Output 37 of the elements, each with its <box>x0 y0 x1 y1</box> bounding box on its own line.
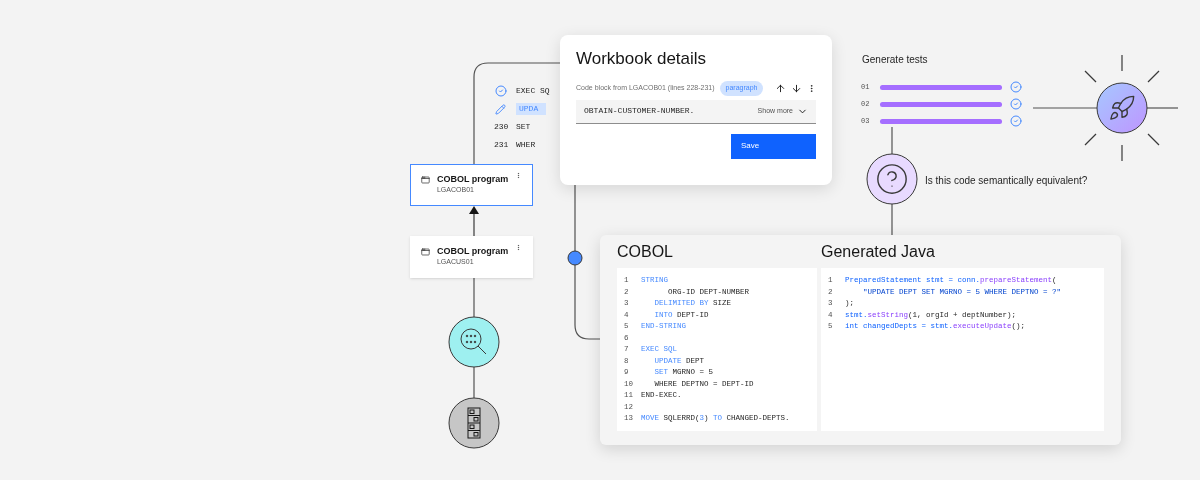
connector-line <box>473 277 475 318</box>
window-icon <box>421 174 430 186</box>
connector-line <box>1032 107 1098 109</box>
panel-title: Generated Java <box>821 242 936 262</box>
magnifier-icon <box>460 328 487 355</box>
overflow-menu-icon[interactable] <box>807 82 816 94</box>
save-button[interactable]: Save <box>731 133 816 159</box>
strip-circle <box>448 397 500 449</box>
question-text: Is this code semantically equivalent? <box>925 174 1088 188</box>
panel-title: COBOL <box>617 242 674 262</box>
arrow-down-icon[interactable] <box>791 82 802 94</box>
program-title: COBOL program <box>436 245 509 257</box>
code-line: SET <box>516 121 531 133</box>
line-number: 230 <box>494 121 509 133</box>
connector-line <box>891 203 893 236</box>
arrow-up-icon[interactable] <box>775 82 786 94</box>
code-line: WHER <box>516 139 536 151</box>
question-circle <box>866 153 918 205</box>
pencil-icon <box>495 103 506 115</box>
rocket-circle <box>1096 82 1148 134</box>
arrow <box>469 206 479 237</box>
strip-icon <box>467 407 481 439</box>
field-value: OBTAIN-CUSTOMER-NUMBER. <box>584 105 696 117</box>
window-icon <box>421 246 430 258</box>
question-icon <box>875 162 909 196</box>
check-circle-icon <box>495 85 507 97</box>
rocket-icon <box>1108 94 1136 122</box>
connector-line <box>891 126 893 155</box>
code-line: EXEC SQ <box>516 85 550 97</box>
connector-dot <box>567 250 583 266</box>
program-title: COBOL program <box>436 173 509 185</box>
line-number: 231 <box>494 139 509 151</box>
search-circle <box>448 316 500 368</box>
connector-line <box>1146 107 1179 109</box>
workbook-title: Workbook details <box>576 48 708 70</box>
connector-line <box>473 366 475 399</box>
tests-title: Generate tests <box>862 53 928 67</box>
